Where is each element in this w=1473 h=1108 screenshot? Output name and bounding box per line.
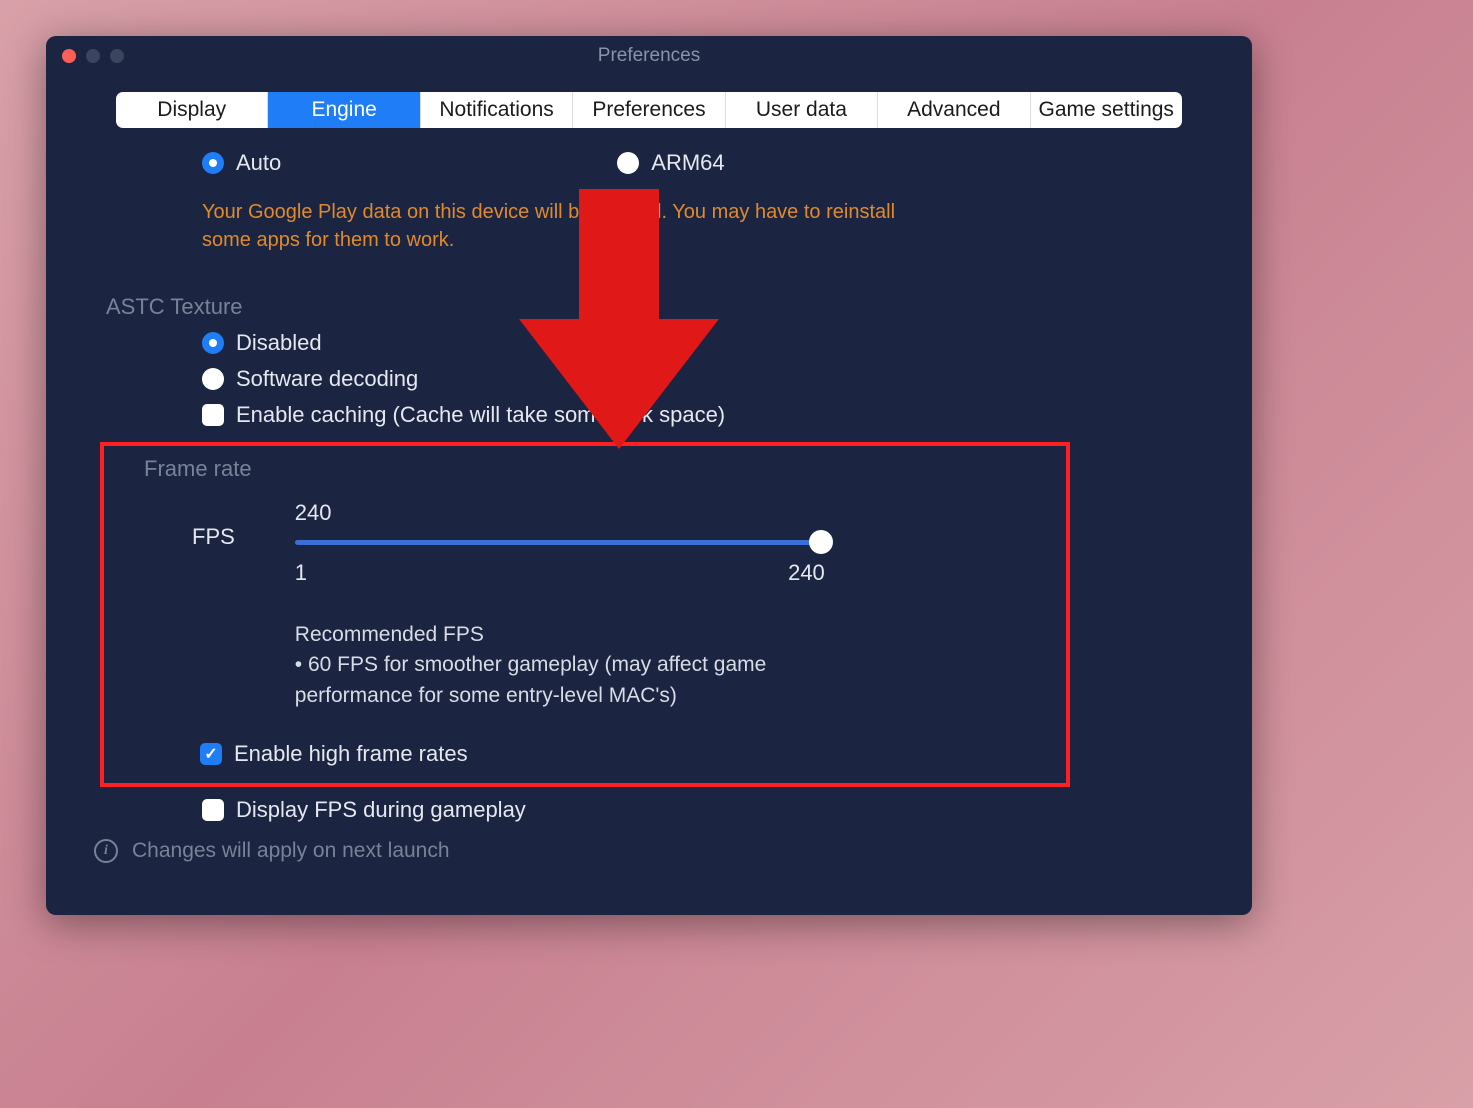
radio-astc-disabled-label: Disabled (236, 330, 322, 356)
framerate-highlight-box: Frame rate FPS 240 1 240 Recommended FPS (100, 442, 1070, 787)
fps-slider-minmax: 1 240 (295, 560, 825, 586)
fps-row: FPS 240 1 240 Recommended FPS • 60 FPS f… (144, 500, 1026, 711)
radio-arm64-row[interactable]: ARM64 (617, 150, 724, 176)
tab-advanced[interactable]: Advanced (878, 92, 1030, 128)
fps-slider-column: 240 1 240 Recommended FPS • 60 FPS for s… (295, 500, 1026, 711)
fps-slider[interactable] (295, 530, 825, 554)
window-title: Preferences (46, 45, 1252, 67)
checkbox-high-framerate-label: Enable high frame rates (234, 741, 468, 767)
titlebar: Preferences (46, 36, 1252, 76)
zoom-window-button[interactable] (110, 49, 124, 63)
radio-auto-label: Auto (236, 150, 281, 176)
recommended-bullet: • 60 FPS for smoother gameplay (may affe… (295, 653, 767, 706)
tab-game-settings[interactable]: Game settings (1031, 92, 1182, 128)
checkbox-high-framerate-row[interactable]: Enable high frame rates (200, 741, 1026, 767)
content: Auto ARM64 Your Google Play data on this… (46, 128, 1252, 863)
radio-astc-software[interactable] (202, 368, 224, 390)
radio-astc-disabled-row[interactable]: Disabled (202, 330, 1152, 356)
checkbox-caching[interactable] (202, 404, 224, 426)
checkbox-display-fps-label: Display FPS during gameplay (236, 797, 526, 823)
tab-display[interactable]: Display (116, 92, 268, 128)
fps-value: 240 (295, 500, 1026, 526)
fps-slider-track (295, 540, 825, 545)
radio-auto-row[interactable]: Auto (202, 150, 281, 176)
fps-min: 1 (295, 560, 307, 586)
framerate-section-label: Frame rate (144, 456, 1026, 482)
fps-label: FPS (192, 524, 235, 550)
preferences-window: Preferences Display Engine Notifications… (46, 36, 1252, 915)
tab-user-data[interactable]: User data (726, 92, 878, 128)
tab-notifications[interactable]: Notifications (421, 92, 573, 128)
checkbox-display-fps[interactable] (202, 799, 224, 821)
tab-preferences[interactable]: Preferences (573, 92, 725, 128)
fps-max: 240 (788, 560, 825, 586)
warning-line2: some apps for them to work. (202, 229, 454, 251)
info-text: Changes will apply on next launch (132, 839, 450, 863)
minimize-window-button[interactable] (86, 49, 100, 63)
architecture-warning: Your Google Play data on this device wil… (202, 198, 982, 254)
radio-arm64-label: ARM64 (651, 150, 724, 176)
tab-engine[interactable]: Engine (268, 92, 420, 128)
radio-auto[interactable] (202, 152, 224, 174)
checkbox-high-framerate[interactable] (200, 743, 222, 765)
radio-astc-software-row[interactable]: Software decoding (202, 366, 1152, 392)
traffic-lights (62, 49, 124, 63)
fps-slider-thumb[interactable] (809, 530, 833, 554)
astc-section-label: ASTC Texture (106, 294, 1152, 320)
info-icon: i (94, 839, 118, 863)
close-window-button[interactable] (62, 49, 76, 63)
checkbox-display-fps-row[interactable]: Display FPS during gameplay (202, 797, 1152, 823)
architecture-radio-group: Auto ARM64 (146, 150, 1152, 186)
info-row: i Changes will apply on next launch (94, 839, 1152, 863)
tabbar: Display Engine Notifications Preferences… (116, 92, 1182, 128)
recommended-title: Recommended FPS (295, 623, 484, 646)
checkbox-caching-label: Enable caching (Cache will take some dis… (236, 402, 725, 428)
fps-recommended: Recommended FPS • 60 FPS for smoother ga… (295, 620, 825, 711)
radio-astc-disabled[interactable] (202, 332, 224, 354)
warning-line1: Your Google Play data on this device wil… (202, 201, 895, 223)
radio-astc-software-label: Software decoding (236, 366, 418, 392)
checkbox-caching-row[interactable]: Enable caching (Cache will take some dis… (202, 402, 1152, 428)
radio-arm64[interactable] (617, 152, 639, 174)
